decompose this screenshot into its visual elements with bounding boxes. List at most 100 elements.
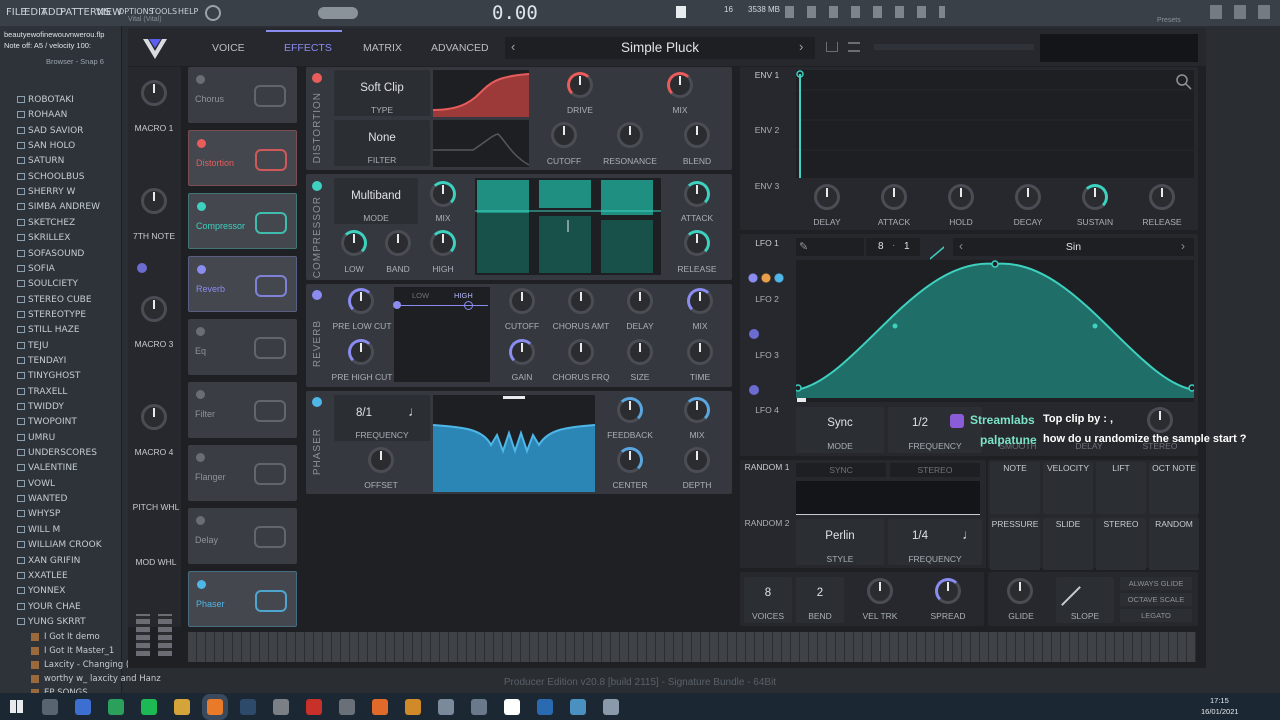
phaser-frequency-selector[interactable]: 8/1 ♩ FREQUENCY [334, 395, 430, 441]
browser-folder-item[interactable]: WILL M [28, 525, 60, 535]
browser-folder-item[interactable]: SAD SAVIOR [28, 126, 83, 136]
taskbar-app-icon[interactable] [141, 699, 157, 715]
windows-start-icon[interactable] [10, 700, 23, 713]
menu-help[interactable]: HELP [178, 7, 198, 16]
browser-folder-item[interactable]: SATURN [28, 156, 64, 166]
distortion-blend-knob[interactable] [684, 122, 710, 148]
taskbar-app-icon[interactable] [207, 699, 223, 715]
voices-selector[interactable]: 8 VOICES [744, 577, 792, 623]
mod-source-oct-note[interactable]: OCT NOTE [1149, 462, 1199, 514]
reverb-delay-knob[interactable] [627, 288, 653, 314]
lfo-3-tab[interactable]: LFO 3 [744, 350, 790, 360]
lfo-shape-selector[interactable]: ‹ Sin › [953, 238, 1194, 256]
browser-folder-item[interactable]: TENDAYI [28, 356, 66, 366]
fx-toggle[interactable] [196, 516, 205, 525]
distortion-filter-selector[interactable]: None FILTER [334, 120, 430, 166]
note-icon[interactable]: ♩ [408, 403, 422, 419]
env-3-tab[interactable]: ENV 3 [744, 181, 790, 191]
spread-knob[interactable] [935, 578, 961, 604]
taskbar-app-icon[interactable] [570, 699, 586, 715]
lfo-mod-dots[interactable] [748, 272, 786, 284]
taskbar-app-icon[interactable] [405, 699, 421, 715]
reverb-pre-low-cut-knob[interactable] [348, 288, 374, 314]
tab-matrix[interactable]: MATRIX [363, 42, 402, 54]
menu-options[interactable]: OPTIONS [118, 7, 154, 16]
taskbar-app-icon[interactable] [174, 699, 190, 715]
env-delay-knob[interactable] [814, 184, 840, 210]
reverb-power-toggle[interactable] [312, 290, 322, 300]
distortion-power-toggle[interactable] [312, 73, 322, 83]
browser-folder-item[interactable]: SKRILLEX [28, 233, 70, 243]
taskbar-app-icon[interactable] [603, 699, 619, 715]
fx-toggle[interactable] [196, 75, 205, 84]
mod-source-slide[interactable]: SLIDE [1043, 518, 1093, 570]
macro-4-knob[interactable] [141, 404, 167, 430]
distortion-drive-knob[interactable] [567, 72, 593, 98]
reverb-pre-high-cut-knob[interactable] [348, 339, 374, 365]
lfo-grid-size[interactable]: 8 · 1 [866, 238, 920, 256]
macro-1-knob[interactable] [141, 80, 167, 106]
env-2-tab[interactable]: ENV 2 [744, 125, 790, 135]
taskbar-app-icon[interactable] [438, 699, 454, 715]
phaser-mix-knob[interactable] [684, 397, 710, 423]
compressor-power-toggle[interactable] [312, 181, 322, 191]
macro-2-knob[interactable] [141, 188, 167, 214]
compressor-band-display[interactable] [475, 178, 661, 275]
browser-folder-item[interactable]: UNDERSCORES [28, 448, 97, 458]
compressor-mode-selector[interactable]: Multiband MODE [334, 178, 418, 224]
lfo-2-mod-dot[interactable] [749, 329, 759, 339]
taskbar-app-icon[interactable] [471, 699, 487, 715]
phaser-offset-knob[interactable] [368, 447, 394, 473]
window-controls[interactable] [1210, 5, 1274, 19]
mod-source-velocity[interactable]: VELOCITY [1043, 462, 1093, 514]
preset-selector[interactable]: ‹ Simple Pluck › [505, 37, 815, 59]
fx-item-filter[interactable]: Filter [188, 382, 297, 438]
phaser-power-toggle[interactable] [312, 397, 322, 407]
phaser-feedback-knob[interactable] [617, 397, 643, 423]
lfo-paint-tool[interactable]: ✎ [796, 238, 864, 256]
mod-source-stereo[interactable]: STEREO [1096, 518, 1146, 570]
browser-folder-item[interactable]: TRAXELL [28, 387, 67, 397]
browser-file-item[interactable]: Laxcity - Changing ( [44, 660, 129, 670]
piano-keyboard[interactable] [188, 632, 1196, 662]
taskbar-app-icon[interactable] [42, 699, 58, 715]
tab-voice[interactable]: VOICE [212, 42, 245, 54]
taskbar-app-icon[interactable] [372, 699, 388, 715]
glide-knob[interactable] [1007, 578, 1033, 604]
save-icon[interactable] [826, 42, 838, 52]
browser-folder-item[interactable]: WHYSP [28, 509, 60, 519]
always-glide-toggle[interactable]: ALWAYS GLIDE [1120, 577, 1192, 590]
fx-item-chorus[interactable]: Chorus [188, 67, 297, 123]
compressor-attack-knob[interactable] [684, 181, 710, 207]
tab-advanced[interactable]: ADVANCED [431, 42, 489, 54]
browser-folder-item[interactable]: ROHAAN [28, 110, 67, 120]
compressor-release-knob[interactable] [684, 230, 710, 256]
browser-folder-item[interactable]: TEJU [28, 341, 48, 351]
record-icon[interactable] [205, 5, 221, 21]
fx-item-flanger[interactable]: Flanger [188, 445, 297, 501]
browser-folder-item[interactable]: STILL HAZE [28, 325, 80, 335]
slope-display[interactable]: SLOPE [1056, 577, 1114, 623]
octave-scale-toggle[interactable]: OCTAVE SCALE [1120, 593, 1192, 606]
random-1-tab[interactable]: RANDOM 1 [742, 462, 792, 472]
legato-toggle[interactable]: LEGATO [1120, 609, 1192, 622]
fx-toggle[interactable] [197, 580, 206, 589]
presets-label[interactable]: Presets [1157, 17, 1181, 24]
browser-folder-item[interactable]: SOFASOUND [28, 249, 84, 259]
fx-toggle[interactable] [197, 202, 206, 211]
macro-mod-dot[interactable] [137, 263, 147, 273]
mod-source-pressure[interactable]: PRESSURE [990, 518, 1040, 570]
reverb-chorus-amt-knob[interactable] [568, 288, 594, 314]
env-sustain-knob[interactable] [1082, 184, 1108, 210]
reverb-size-knob[interactable] [627, 339, 653, 365]
browser-file-item[interactable]: I Got It demo [44, 632, 100, 642]
taskbar-app-icon[interactable] [240, 699, 256, 715]
browser-folder-item[interactable]: YOUR CHAE [28, 602, 81, 612]
browser-folder-item[interactable]: SOULCIETY [28, 279, 78, 289]
env-attack-knob[interactable] [881, 184, 907, 210]
taskbar-app-icon[interactable] [504, 699, 520, 715]
env-decay-knob[interactable] [1015, 184, 1041, 210]
reverb-high-handle[interactable] [464, 301, 473, 310]
browser-folder-item[interactable]: SCHOOLBUS [28, 172, 84, 182]
browser-folder-item[interactable]: SAN HOLO [28, 141, 75, 151]
